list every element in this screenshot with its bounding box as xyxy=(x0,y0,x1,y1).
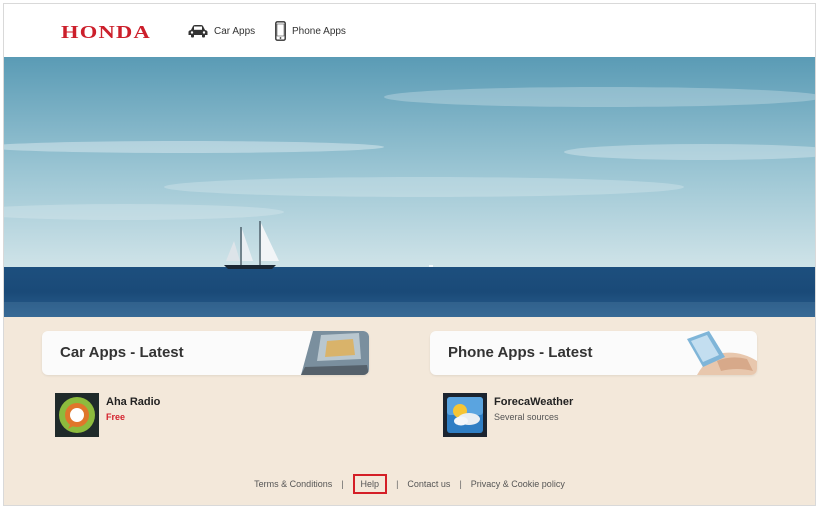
car-app-name: Aha Radio xyxy=(106,396,161,408)
car-apps-latest-title: Car Apps - Latest xyxy=(60,344,184,361)
footer-separator: | xyxy=(341,479,344,489)
nav-car-apps-label: Car Apps xyxy=(214,25,256,37)
sea-sailboat-image xyxy=(4,57,815,317)
privacy-link[interactable]: Privacy & Cookie policy xyxy=(471,479,565,489)
help-link[interactable]: Help xyxy=(352,474,388,494)
phone-app-source: Several sources xyxy=(494,412,559,422)
car-app-item[interactable]: Aha Radio Free xyxy=(55,393,160,437)
phone-app-name: ForecaWeather xyxy=(494,396,574,408)
footer: Terms & Conditions | Help | Contact us |… xyxy=(4,474,815,494)
nav-phone-apps[interactable]: Phone Apps xyxy=(275,20,346,42)
phone-icon xyxy=(275,21,286,41)
nav-car-apps[interactable]: Car Apps xyxy=(188,20,255,42)
phone-apps-latest-title: Phone Apps - Latest xyxy=(448,344,593,361)
aha-radio-icon xyxy=(55,393,99,437)
car-icon xyxy=(188,25,208,38)
nav-phone-apps-label: Phone Apps xyxy=(292,25,346,37)
contact-link[interactable]: Contact us xyxy=(407,479,450,489)
phone-apps-latest-header: Phone Apps - Latest xyxy=(430,331,757,375)
car-interior-image xyxy=(301,331,369,375)
car-app-price: Free xyxy=(106,412,126,422)
phone-app-item[interactable]: ForecaWeather Several sources xyxy=(443,393,573,437)
footer-separator: | xyxy=(459,479,462,489)
page-frame: HONDA Car Apps Phone Apps Car Apps - Lat… xyxy=(3,3,816,506)
terms-link[interactable]: Terms & Conditions xyxy=(254,479,332,489)
hero-banner xyxy=(4,57,815,317)
car-apps-latest-header: Car Apps - Latest xyxy=(42,331,369,375)
hand-holding-phone-image xyxy=(687,331,757,375)
header: HONDA Car Apps Phone Apps xyxy=(4,4,815,57)
foreca-weather-icon xyxy=(443,393,487,437)
footer-separator: | xyxy=(396,479,399,489)
honda-logo[interactable]: HONDA xyxy=(61,22,151,43)
